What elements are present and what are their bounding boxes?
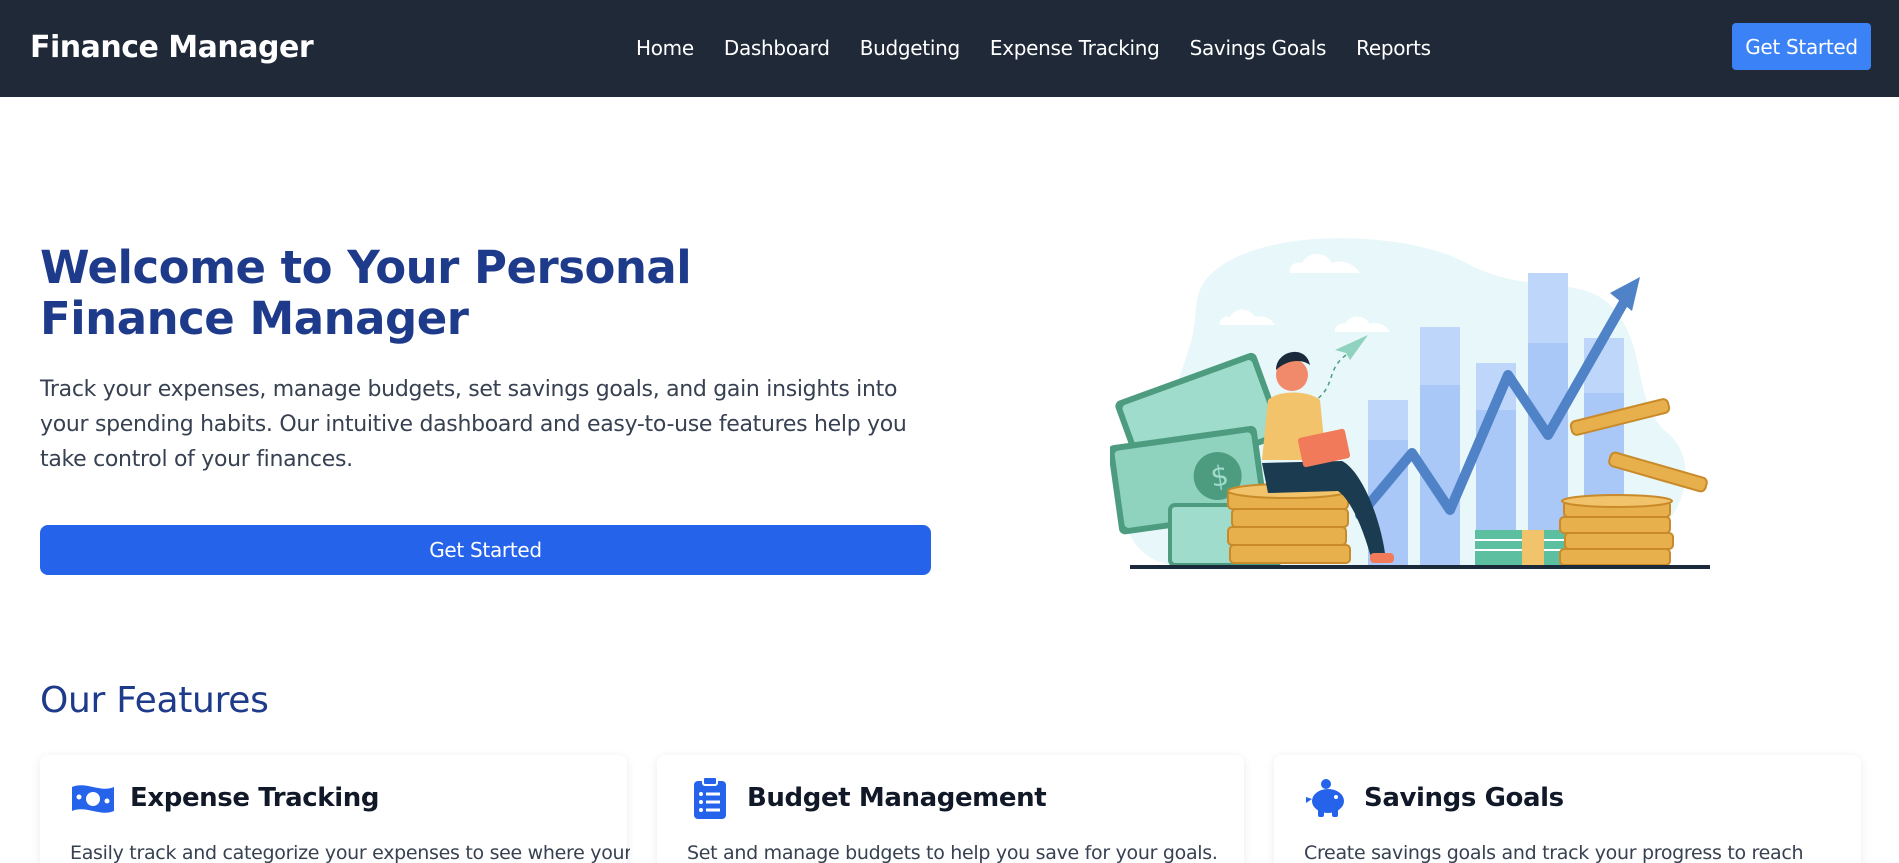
hero-get-started-button[interactable]: Get Started — [40, 525, 931, 575]
main-nav: Home Dashboard Budgeting Expense Trackin… — [636, 36, 1431, 60]
feature-description: Set and manage budgets to help you save … — [687, 842, 1218, 863]
hero-title: Welcome to Your Personal Finance Manager — [40, 241, 692, 345]
coin-stack — [1227, 490, 1351, 564]
feature-title: Expense Tracking — [130, 783, 380, 813]
feature-description: Create savings goals and track your prog… — [1304, 842, 1804, 863]
clipboard-list-icon — [694, 776, 726, 819]
top-navbar: Finance Manager Home Dashboard Budgeting… — [0, 0, 1899, 97]
header-get-started-button[interactable]: Get Started — [1732, 23, 1871, 70]
feature-card-savings-goals: Savings Goals Create savings goals and t… — [1274, 755, 1861, 863]
nav-budgeting[interactable]: Budgeting — [860, 36, 960, 60]
finance-growth-illustration: $ — [1110, 238, 1710, 569]
coin-stack-right — [1559, 500, 1674, 566]
feature-title: Savings Goals — [1364, 783, 1564, 813]
brand-logo[interactable]: Finance Manager — [30, 30, 314, 65]
money-bill-icon — [72, 785, 114, 813]
features-title: Our Features — [40, 680, 269, 721]
nav-expense-tracking[interactable]: Expense Tracking — [990, 36, 1160, 60]
feature-description: Easily track and categorize your expense… — [70, 842, 630, 863]
nav-savings-goals[interactable]: Savings Goals — [1190, 36, 1327, 60]
nav-home[interactable]: Home — [636, 36, 694, 60]
feature-title: Budget Management — [747, 783, 1047, 813]
nav-reports[interactable]: Reports — [1356, 36, 1431, 60]
nav-dashboard[interactable]: Dashboard — [724, 36, 830, 60]
coin-top — [1561, 494, 1673, 508]
piggy-bank-icon — [1306, 779, 1344, 817]
feature-card-expense-tracking: Expense Tracking Easily track and catego… — [40, 755, 630, 863]
feature-card-budget-management: Budget Management Set and manage budgets… — [657, 755, 1244, 863]
hero-description: Track your expenses, manage budgets, set… — [40, 377, 907, 472]
